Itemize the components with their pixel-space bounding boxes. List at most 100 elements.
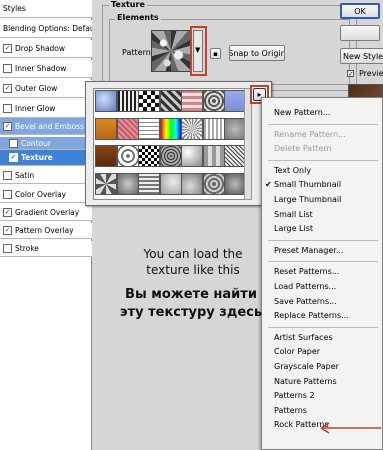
style-item-label: Drop Shadow (15, 44, 66, 53)
snap-to-origin-button[interactable]: Snap to Origin (229, 45, 285, 61)
pattern-swatch[interactable] (116, 117, 139, 140)
menu-item-load-patterns[interactable]: Load Patterns... (262, 280, 383, 294)
pattern-swatch[interactable] (159, 90, 182, 112)
style-checkbox[interactable]: ✓ (9, 153, 18, 162)
menu-item-large-list[interactable]: Large List (262, 222, 383, 236)
pattern-swatch[interactable] (202, 145, 225, 167)
menu-item-label: Reset Patterns... (274, 267, 340, 277)
menu-item-delete-pattern[interactable]: Delete Pattern (262, 142, 383, 156)
new-preset-icon-button[interactable]: ▪ (210, 48, 221, 59)
cancel-button[interactable] (340, 25, 380, 41)
pattern-swatch[interactable] (116, 90, 139, 112)
menu-item-text-only[interactable]: Text Only (262, 164, 383, 178)
new-style-button[interactable]: New Style... (340, 48, 383, 64)
pattern-swatch[interactable] (181, 90, 203, 112)
pattern-options-menu: New Pattern... Rename Pattern... Delete Pa… (261, 97, 383, 450)
pattern-swatch[interactable] (138, 117, 160, 140)
style-item-contour[interactable]: Contour (0, 137, 92, 150)
style-checkbox[interactable]: ✓ (3, 84, 12, 93)
menu-item-artist-surfaces[interactable]: Artist Surfaces (262, 331, 383, 345)
pattern-swatch[interactable] (224, 145, 246, 167)
style-checkbox[interactable]: ✓ (3, 121, 12, 131)
menu-item-label: Rename Pattern... (274, 129, 346, 139)
preview-checkbox[interactable]: ✓ (347, 70, 354, 78)
pattern-swatch[interactable] (202, 172, 225, 195)
style-item-gradient-overlay[interactable]: ✓ Gradient Overlay (0, 205, 92, 221)
style-item-blending-options-default[interactable]: Blending Options: Default (0, 20, 92, 38)
pattern-swatch[interactable] (181, 117, 203, 140)
style-item-drop-shadow[interactable]: ✓ Drop Shadow (0, 40, 92, 58)
pattern-swatch[interactable] (202, 90, 225, 112)
style-item-label: Contour (21, 138, 51, 148)
menu-item-small-list[interactable]: Small List (262, 208, 383, 222)
menu-item-grayscale-paper[interactable]: Grayscale Paper (262, 360, 383, 374)
style-checkbox[interactable] (3, 189, 12, 199)
pattern-swatch[interactable] (159, 172, 182, 195)
menu-item-label: Save Patterns... (274, 296, 337, 306)
style-item-inner-shadow[interactable]: Inner Shadow (0, 60, 92, 78)
new-preset-icon: ▪ (213, 49, 218, 58)
style-item-stroke[interactable]: Stroke (0, 241, 92, 257)
pattern-swatch[interactable] (116, 145, 139, 167)
pattern-swatch[interactable] (95, 117, 117, 140)
style-item-label: Inner Shadow (15, 64, 67, 73)
pattern-swatch[interactable] (181, 172, 203, 195)
style-checkbox[interactable] (3, 104, 12, 113)
pattern-scrollbar[interactable] (244, 88, 252, 200)
menu-item-nature-patterns[interactable]: Nature Patterns (262, 375, 383, 389)
highlight-box (190, 26, 207, 76)
pattern-swatch[interactable] (116, 172, 139, 195)
texture-title: Texture (109, 0, 147, 9)
styles-list: Styles Blending Options: Default ✓ Drop Sha… (0, 0, 92, 450)
pattern-swatch[interactable] (159, 117, 182, 140)
pattern-swatch[interactable] (138, 172, 160, 195)
menu-item-preset-manager[interactable]: Preset Manager... (262, 244, 383, 258)
menu-item-color-paper[interactable]: Color Paper (262, 345, 383, 359)
style-item-color-overlay[interactable]: Color Overlay (0, 186, 92, 203)
annotation-russian-2: эту текстуру здесь (119, 305, 263, 320)
preview-label: Preview (359, 69, 383, 78)
menu-item-save-patterns[interactable]: Save Patterns... (262, 295, 383, 309)
pattern-preview-swatch[interactable] (151, 30, 191, 72)
style-item-label: Styles (3, 4, 26, 13)
annotation-english-2: texture like this (146, 263, 240, 277)
pattern-swatch[interactable] (224, 117, 246, 140)
pattern-swatch[interactable] (138, 145, 160, 167)
menu-item-label: Delete Pattern (274, 144, 332, 154)
style-checkbox[interactable]: ✓ (3, 226, 12, 235)
pattern-swatch[interactable] (224, 172, 246, 195)
style-checkbox[interactable] (3, 64, 12, 73)
pattern-swatch[interactable] (181, 145, 203, 167)
menu-item-reset-patterns[interactable]: Reset Patterns... (262, 265, 383, 279)
ok-button[interactable]: OK (340, 3, 380, 19)
pattern-swatch[interactable] (138, 90, 160, 112)
style-checkbox[interactable]: ✓ (3, 44, 12, 53)
menu-item-replace-patterns[interactable]: Replace Patterns... (262, 309, 383, 323)
style-checkbox[interactable] (3, 171, 12, 180)
menu-item-patterns[interactable]: Patterns (262, 404, 383, 418)
pattern-swatch[interactable] (95, 145, 117, 167)
style-checkbox[interactable] (3, 244, 12, 253)
style-item-satin[interactable]: Satin (0, 168, 92, 184)
style-item-label: Gradient Overlay (15, 208, 80, 217)
style-item-bevel-and-emboss[interactable]: ✓ Bevel and Emboss (0, 118, 92, 135)
pattern-swatch[interactable] (95, 90, 117, 112)
menu-item-patterns-2[interactable]: Patterns 2 (262, 389, 383, 403)
menu-item-large-thumbnail[interactable]: Large Thumbnail (262, 193, 383, 207)
menu-item-new-pattern[interactable]: New Pattern... (262, 106, 383, 120)
style-item-texture[interactable]: ✓ Texture (0, 150, 92, 166)
menu-item-rename-pattern[interactable]: Rename Pattern... (262, 128, 383, 142)
style-item-inner-glow[interactable]: Inner Glow (0, 100, 92, 118)
pattern-swatch[interactable] (95, 172, 117, 195)
style-item-outer-glow[interactable]: ✓ Outer Glow (0, 80, 92, 98)
pattern-swatch[interactable] (224, 90, 246, 112)
menu-item-small-thumbnail[interactable]: ✔ Small Thumbnail (262, 178, 383, 192)
style-checkbox[interactable]: ✓ (3, 208, 12, 217)
style-item-pattern-overlay[interactable]: ✓ Pattern Overlay (0, 223, 92, 239)
checkmark-icon: ✔ (265, 180, 272, 190)
pattern-swatch[interactable] (159, 145, 182, 167)
menu-item-label: Load Patterns... (274, 282, 337, 291)
style-checkbox[interactable] (9, 138, 18, 148)
menu-separator (268, 123, 378, 125)
pattern-swatch[interactable] (202, 117, 225, 140)
